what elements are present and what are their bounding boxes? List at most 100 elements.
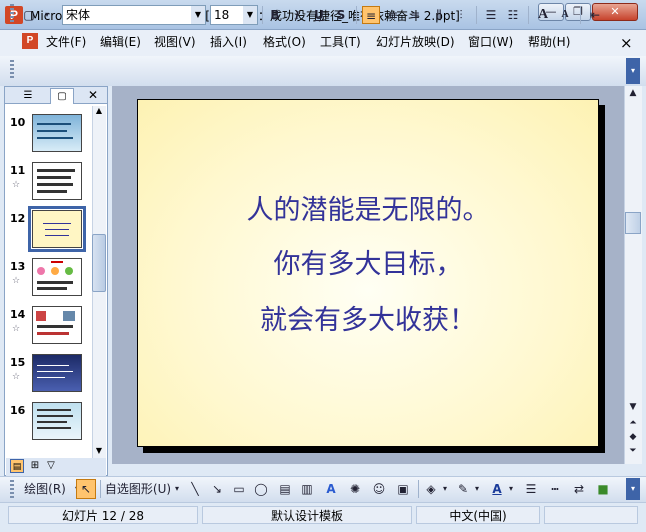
font-size-select[interactable]: 18 ▼ [210, 5, 258, 25]
scroll-down-arrow-icon[interactable]: ▼ [625, 402, 641, 412]
toolbar-grip-icon[interactable] [10, 60, 14, 80]
menu-slideshow[interactable]: 幻灯片放映(D) [374, 33, 457, 51]
shadow-style-icon[interactable]: ■ [594, 480, 612, 498]
oval-tool-icon[interactable]: ◯ [252, 480, 270, 498]
new-document-icon[interactable]: ▢ [20, 6, 38, 24]
slide-text-line-2[interactable]: 你有多大目标， [138, 242, 598, 281]
bold-button[interactable]: B [266, 6, 284, 24]
toolbar-grip-icon[interactable] [10, 4, 14, 22]
font-name-select[interactable]: 宋体 ▼ [62, 5, 206, 25]
menu-file[interactable]: 文件(F) [44, 33, 88, 51]
slide-thumbnail[interactable]: 11 ☆ [6, 158, 92, 206]
slide-thumbnail[interactable]: 16 [6, 398, 92, 446]
toolbar-options-icon[interactable]: ▾ [626, 58, 640, 84]
outline-tab-icon[interactable]: ☰ [16, 88, 40, 104]
diagram-icon[interactable]: ✺ [346, 480, 364, 498]
wordart-icon[interactable]: A [322, 480, 340, 498]
arrow-style-icon[interactable]: ⇄ [570, 480, 588, 498]
formatting-toolbar [0, 56, 646, 86]
rectangle-tool-icon[interactable]: ▭ [230, 480, 248, 498]
normal-view-icon[interactable]: ▤ [10, 459, 24, 473]
grow-font-button[interactable]: A [534, 6, 552, 24]
slide-thumbnail[interactable]: 15 ☆ [6, 350, 92, 398]
slide-text-line-1[interactable]: 人的潜能是无限的。 [138, 188, 598, 227]
scroll-down-arrow-icon[interactable]: ▼ [92, 446, 106, 455]
horizontal-spacer [112, 464, 624, 476]
previous-slide-icon[interactable]: ⏶ [625, 418, 641, 428]
document-icon[interactable]: P [22, 33, 38, 49]
slide-text-line-3[interactable]: 就会有多大收获！ [138, 298, 598, 337]
menu-window[interactable]: 窗口(W) [466, 33, 515, 51]
select-objects-icon[interactable]: ↖ [76, 479, 96, 499]
align-left-button[interactable]: ≡ [362, 6, 380, 24]
bullets-icon[interactable]: ☷ [504, 6, 522, 24]
slide-thumbnail[interactable]: 10 [6, 110, 92, 158]
slide-preview [28, 206, 86, 252]
slide-number: 14 [10, 308, 26, 321]
chevron-down-icon[interactable]: ▾ [506, 480, 516, 498]
shadow-button[interactable]: S [332, 6, 350, 24]
dash-style-icon[interactable]: ┅ [546, 480, 564, 498]
menu-tools[interactable]: 工具(T) [318, 33, 363, 51]
menu-insert[interactable]: 插入(I) [208, 33, 249, 51]
animation-star-icon: ☆ [12, 180, 21, 190]
menu-edit[interactable]: 编辑(E) [98, 33, 143, 51]
toolbar-separator [418, 480, 419, 498]
vertical-text-box-icon[interactable]: ▥ [298, 480, 316, 498]
fill-color-icon[interactable]: ◈ [422, 480, 440, 498]
chevron-down-icon[interactable]: ▾ [172, 480, 182, 498]
toolbar-options-icon[interactable]: ▾ [626, 478, 640, 500]
current-slide[interactable]: 人的潜能是无限的。 你有多大目标， 就会有多大收获！ [137, 99, 599, 447]
select-browse-object-icon[interactable]: ◆ [625, 432, 641, 442]
align-right-button[interactable]: ≡ [406, 6, 424, 24]
animation-star-icon: ☆ [12, 276, 21, 286]
slide-sorter-view-icon[interactable]: ⊞ [28, 459, 42, 473]
autoshapes-menu-button[interactable]: 自选图形(U) [104, 480, 172, 498]
slide-number: 10 [10, 116, 26, 129]
chevron-down-icon[interactable]: ▼ [243, 6, 257, 24]
scrollbar-thumb[interactable] [92, 234, 106, 292]
next-slide-icon[interactable]: ⏷ [625, 446, 641, 456]
line-tool-icon[interactable]: ╲ [186, 480, 204, 498]
arrow-tool-icon[interactable]: ↘ [208, 480, 226, 498]
picture-icon[interactable]: ▣ [394, 480, 412, 498]
slide-thumbnail[interactable]: 14 ☆ [6, 302, 92, 350]
design-template-status[interactable]: 默认设计模板 [202, 506, 412, 524]
vertical-text-icon[interactable]: ⫶ [452, 6, 470, 24]
close-document-button[interactable]: × [620, 34, 633, 52]
chevron-down-icon[interactable]: ▼ [191, 6, 205, 24]
toolbar-options-icon[interactable]: ▾ [42, 6, 52, 24]
scroll-up-arrow-icon[interactable]: ▲ [625, 88, 641, 98]
slide-preview [32, 354, 82, 392]
chevron-down-icon[interactable]: ▾ [472, 480, 482, 498]
menu-format[interactable]: 格式(O) [261, 33, 308, 51]
align-center-button[interactable]: ≡ [384, 6, 402, 24]
animation-star-icon: ☆ [12, 372, 21, 382]
scrollbar-thumb[interactable] [625, 212, 641, 234]
menu-help[interactable]: 帮助(H) [526, 33, 572, 51]
numbering-icon[interactable]: ☰ [482, 6, 500, 24]
scroll-up-arrow-icon[interactable]: ▲ [92, 106, 106, 115]
draw-menu-button[interactable]: 绘图(R) [18, 480, 72, 498]
slideshow-view-icon[interactable]: ▽ [44, 459, 58, 473]
slide-thumbnail-list[interactable]: 10 11 ☆ 12 13 ☆ 14 ☆ 15 ☆ 16 [6, 106, 92, 458]
slide-thumbnail-selected[interactable]: 12 [6, 206, 92, 254]
clip-art-icon[interactable]: ☺ [370, 480, 388, 498]
slide-thumbnail[interactable]: 13 ☆ [6, 254, 92, 302]
shrink-font-button[interactable]: A [556, 6, 574, 24]
slides-tab-icon[interactable]: ▢ [50, 88, 74, 104]
line-style-icon[interactable]: ☰ [522, 480, 540, 498]
line-color-icon[interactable]: ✎ [454, 480, 472, 498]
italic-button[interactable]: I [288, 6, 306, 24]
distribute-icon[interactable]: ⫼ [430, 6, 448, 24]
decrease-indent-icon[interactable]: ⇤ [586, 6, 604, 24]
chevron-down-icon[interactable]: ▾ [440, 480, 450, 498]
slide-number: 12 [10, 212, 26, 225]
toolbar-grip-icon[interactable] [10, 480, 14, 498]
font-color-button[interactable]: A [488, 480, 506, 498]
underline-button[interactable]: U [310, 6, 328, 24]
menu-view[interactable]: 视图(V) [152, 33, 198, 51]
slide-number: 16 [10, 404, 26, 417]
close-panel-button[interactable]: ✕ [88, 88, 98, 102]
text-box-icon[interactable]: ▤ [276, 480, 294, 498]
